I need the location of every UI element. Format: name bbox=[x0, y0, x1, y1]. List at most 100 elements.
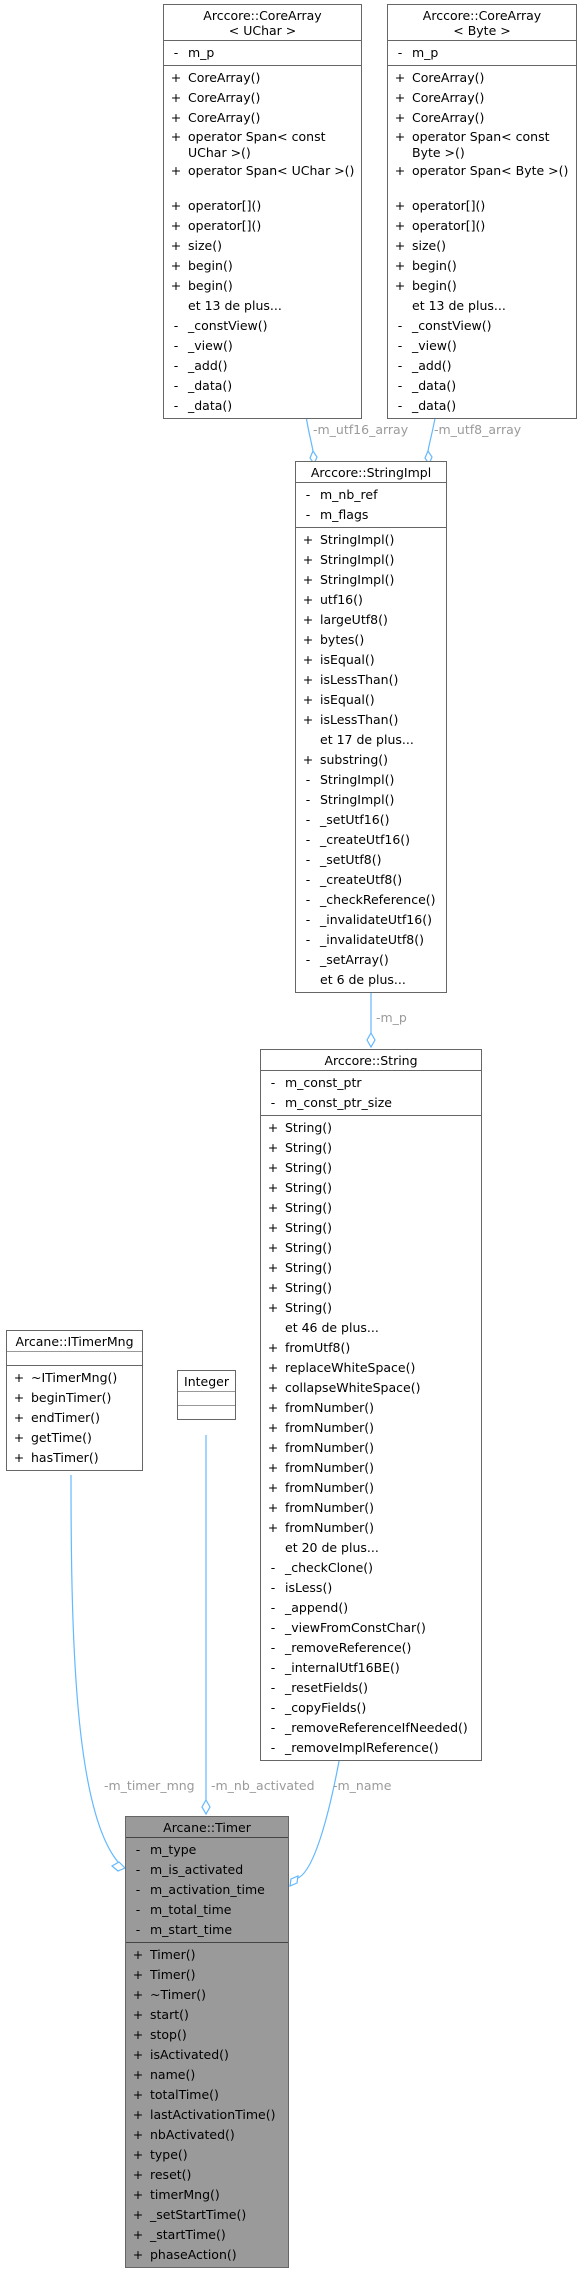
method-row[interactable]: + operator Span< Byte >() bbox=[388, 162, 576, 196]
method-row[interactable]: - _setUtf8() bbox=[296, 850, 446, 870]
method-row[interactable]: + type() bbox=[126, 2145, 288, 2165]
method-row[interactable]: - _internalUtf16BE() bbox=[261, 1658, 481, 1678]
method-row[interactable]: - _removeImplReference() bbox=[261, 1738, 481, 1758]
method-row[interactable]: + Timer() bbox=[126, 1945, 288, 1965]
method-row[interactable]: + isActivated() bbox=[126, 2045, 288, 2065]
method-row[interactable]: + CoreArray() bbox=[164, 68, 361, 88]
method-row[interactable]: + size() bbox=[388, 236, 576, 256]
attribute-row[interactable]: - m_type bbox=[126, 1840, 288, 1860]
attribute-row[interactable]: - m_activation_time bbox=[126, 1880, 288, 1900]
method-row[interactable]: - _data() bbox=[388, 376, 576, 396]
method-row[interactable]: + begin() bbox=[388, 256, 576, 276]
attribute-row[interactable]: - m_is_activated bbox=[126, 1860, 288, 1880]
method-row[interactable]: + CoreArray() bbox=[388, 108, 576, 128]
method-row[interactable]: + String() bbox=[261, 1278, 481, 1298]
attribute-row[interactable]: - m_start_time bbox=[126, 1920, 288, 1940]
method-row[interactable]: + utf16() bbox=[296, 590, 446, 610]
attribute-row[interactable]: - m_flags bbox=[296, 505, 446, 525]
method-row[interactable]: - _removeReference() bbox=[261, 1638, 481, 1658]
method-row[interactable]: et 46 de plus... bbox=[261, 1318, 481, 1338]
method-row[interactable]: + begin() bbox=[164, 276, 361, 296]
method-row[interactable]: + fromNumber() bbox=[261, 1418, 481, 1438]
method-row[interactable]: - _setUtf16() bbox=[296, 810, 446, 830]
method-row[interactable]: + beginTimer() bbox=[7, 1388, 142, 1408]
method-row[interactable]: + operator[]() bbox=[164, 216, 361, 236]
method-row[interactable]: + replaceWhiteSpace() bbox=[261, 1358, 481, 1378]
method-row[interactable]: + isEqual() bbox=[296, 690, 446, 710]
method-row[interactable]: + phaseAction() bbox=[126, 2245, 288, 2265]
method-row[interactable]: + _startTime() bbox=[126, 2225, 288, 2245]
method-row[interactable]: + totalTime() bbox=[126, 2085, 288, 2105]
method-row[interactable]: + stop() bbox=[126, 2025, 288, 2045]
method-row[interactable]: + operator Span< const UChar >() bbox=[164, 128, 361, 162]
method-row[interactable]: - _invalidateUtf8() bbox=[296, 930, 446, 950]
method-row[interactable]: + endTimer() bbox=[7, 1408, 142, 1428]
method-row[interactable]: + String() bbox=[261, 1198, 481, 1218]
method-row[interactable]: - _resetFields() bbox=[261, 1678, 481, 1698]
method-row[interactable]: + _setStartTime() bbox=[126, 2205, 288, 2225]
method-row[interactable]: + getTime() bbox=[7, 1428, 142, 1448]
method-row[interactable]: - _createUtf16() bbox=[296, 830, 446, 850]
method-row[interactable]: et 13 de plus... bbox=[164, 296, 361, 316]
method-row[interactable]: + operator[]() bbox=[388, 196, 576, 216]
method-row[interactable]: - _invalidateUtf16() bbox=[296, 910, 446, 930]
method-row[interactable]: - StringImpl() bbox=[296, 770, 446, 790]
method-row[interactable]: - _copyFields() bbox=[261, 1698, 481, 1718]
method-row[interactable]: + String() bbox=[261, 1178, 481, 1198]
method-row[interactable]: + begin() bbox=[388, 276, 576, 296]
method-row[interactable]: + String() bbox=[261, 1118, 481, 1138]
method-row[interactable]: + reset() bbox=[126, 2165, 288, 2185]
method-row[interactable]: + String() bbox=[261, 1218, 481, 1238]
method-row[interactable]: - _createUtf8() bbox=[296, 870, 446, 890]
method-row[interactable]: + fromNumber() bbox=[261, 1398, 481, 1418]
method-row[interactable]: + fromNumber() bbox=[261, 1438, 481, 1458]
method-row[interactable]: + substring() bbox=[296, 750, 446, 770]
method-row[interactable]: - _viewFromConstChar() bbox=[261, 1618, 481, 1638]
attribute-row[interactable]: - m_const_ptr_size bbox=[261, 1093, 481, 1113]
method-row[interactable]: + name() bbox=[126, 2065, 288, 2085]
method-row[interactable]: + operator Span< const Byte >() bbox=[388, 128, 576, 162]
method-row[interactable]: - _view() bbox=[388, 336, 576, 356]
method-row[interactable]: - _append() bbox=[261, 1598, 481, 1618]
method-row[interactable]: - _checkClone() bbox=[261, 1558, 481, 1578]
class-corearray-uchar[interactable]: Arccore::CoreArray < UChar > - m_p + CoreArra… bbox=[163, 4, 362, 419]
method-row[interactable]: + begin() bbox=[164, 256, 361, 276]
class-itimermng[interactable]: Arcane::ITimerMng + ~ITimerMng() + beginTime… bbox=[6, 1330, 143, 1471]
method-row[interactable]: + fromNumber() bbox=[261, 1498, 481, 1518]
method-row[interactable]: + ~Timer() bbox=[126, 1985, 288, 2005]
method-row[interactable]: et 13 de plus... bbox=[388, 296, 576, 316]
method-row[interactable]: + isLessThan() bbox=[296, 670, 446, 690]
method-row[interactable]: + start() bbox=[126, 2005, 288, 2025]
method-row[interactable]: + fromUtf8() bbox=[261, 1338, 481, 1358]
method-row[interactable]: + fromNumber() bbox=[261, 1458, 481, 1478]
method-row[interactable]: + StringImpl() bbox=[296, 570, 446, 590]
method-row[interactable]: - StringImpl() bbox=[296, 790, 446, 810]
method-row[interactable]: et 6 de plus... bbox=[296, 970, 446, 990]
class-string[interactable]: Arccore::String - m_const_ptr - m_const_ptr_… bbox=[260, 1049, 482, 1761]
method-row[interactable]: + lastActivationTime() bbox=[126, 2105, 288, 2125]
method-row[interactable]: et 17 de plus... bbox=[296, 730, 446, 750]
method-row[interactable]: + nbActivated() bbox=[126, 2125, 288, 2145]
method-row[interactable]: - _add() bbox=[164, 356, 361, 376]
method-row[interactable]: + String() bbox=[261, 1238, 481, 1258]
method-row[interactable]: - _constView() bbox=[388, 316, 576, 336]
method-row[interactable]: - _view() bbox=[164, 336, 361, 356]
method-row[interactable]: - _removeReferenceIfNeeded() bbox=[261, 1718, 481, 1738]
method-row[interactable]: - _checkReference() bbox=[296, 890, 446, 910]
method-row[interactable]: + operator[]() bbox=[164, 196, 361, 216]
method-row[interactable]: - _setArray() bbox=[296, 950, 446, 970]
method-row[interactable]: + operator Span< UChar >() bbox=[164, 162, 361, 196]
method-row[interactable]: + largeUtf8() bbox=[296, 610, 446, 630]
method-row[interactable]: + CoreArray() bbox=[164, 108, 361, 128]
method-row[interactable]: + operator[]() bbox=[388, 216, 576, 236]
method-row[interactable]: + hasTimer() bbox=[7, 1448, 142, 1468]
method-row[interactable]: + fromNumber() bbox=[261, 1518, 481, 1538]
attribute-row[interactable]: - m_p bbox=[388, 43, 576, 63]
method-row[interactable]: + CoreArray() bbox=[388, 88, 576, 108]
method-row[interactable]: + StringImpl() bbox=[296, 550, 446, 570]
attribute-row[interactable]: - m_nb_ref bbox=[296, 485, 446, 505]
method-row[interactable]: + String() bbox=[261, 1258, 481, 1278]
method-row[interactable]: - _data() bbox=[388, 396, 576, 416]
class-integer[interactable]: Integer bbox=[177, 1370, 236, 1420]
method-row[interactable]: + size() bbox=[164, 236, 361, 256]
